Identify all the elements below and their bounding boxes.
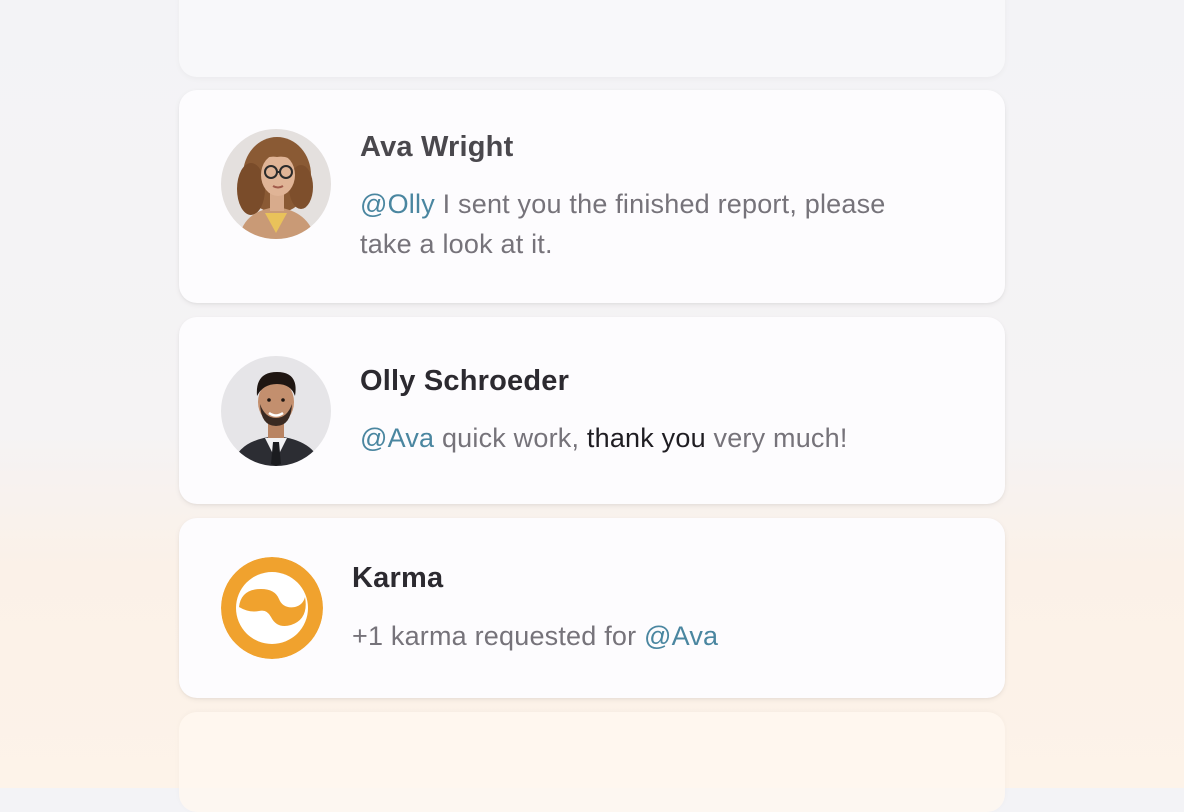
message-card-olly[interactable]: Olly Schroeder @Ava quick work, thank yo… xyxy=(179,317,1005,504)
message-card-placeholder-top xyxy=(179,0,1005,77)
sender-name: Karma xyxy=(352,562,444,594)
message-text-part: very much! xyxy=(705,423,848,453)
message-card-karma[interactable]: Karma +1 karma requested for @Ava xyxy=(179,518,1005,698)
message-text-emphasis: thank you xyxy=(586,423,706,453)
mention-link[interactable]: @Olly xyxy=(360,189,435,219)
message-text: @Ava quick work, thank you very much! xyxy=(360,418,980,458)
sender-name: Olly Schroeder xyxy=(360,365,570,397)
message-text-part: take a look at it. xyxy=(360,229,553,259)
message-text: @Olly I sent you the finished report, pl… xyxy=(360,184,980,264)
mention-link[interactable]: @Ava xyxy=(360,423,434,453)
message-text-part: quick work, xyxy=(434,423,587,453)
sender-name: Ava Wright xyxy=(360,131,514,163)
avatar-olly-icon[interactable] xyxy=(221,356,331,466)
message-card-ava[interactable]: Ava Wright @Olly I sent you the finished… xyxy=(179,90,1005,303)
message-text-part: I sent you the finished report, please xyxy=(434,189,886,219)
message-text-part: +1 karma requested for xyxy=(352,621,645,651)
message-card-placeholder-bottom xyxy=(179,712,1005,812)
karma-logo-icon[interactable] xyxy=(221,557,323,659)
mention-link[interactable]: @Ava xyxy=(644,621,718,651)
avatar-ava-icon[interactable] xyxy=(221,129,331,239)
message-text: +1 karma requested for @Ava xyxy=(352,616,972,656)
